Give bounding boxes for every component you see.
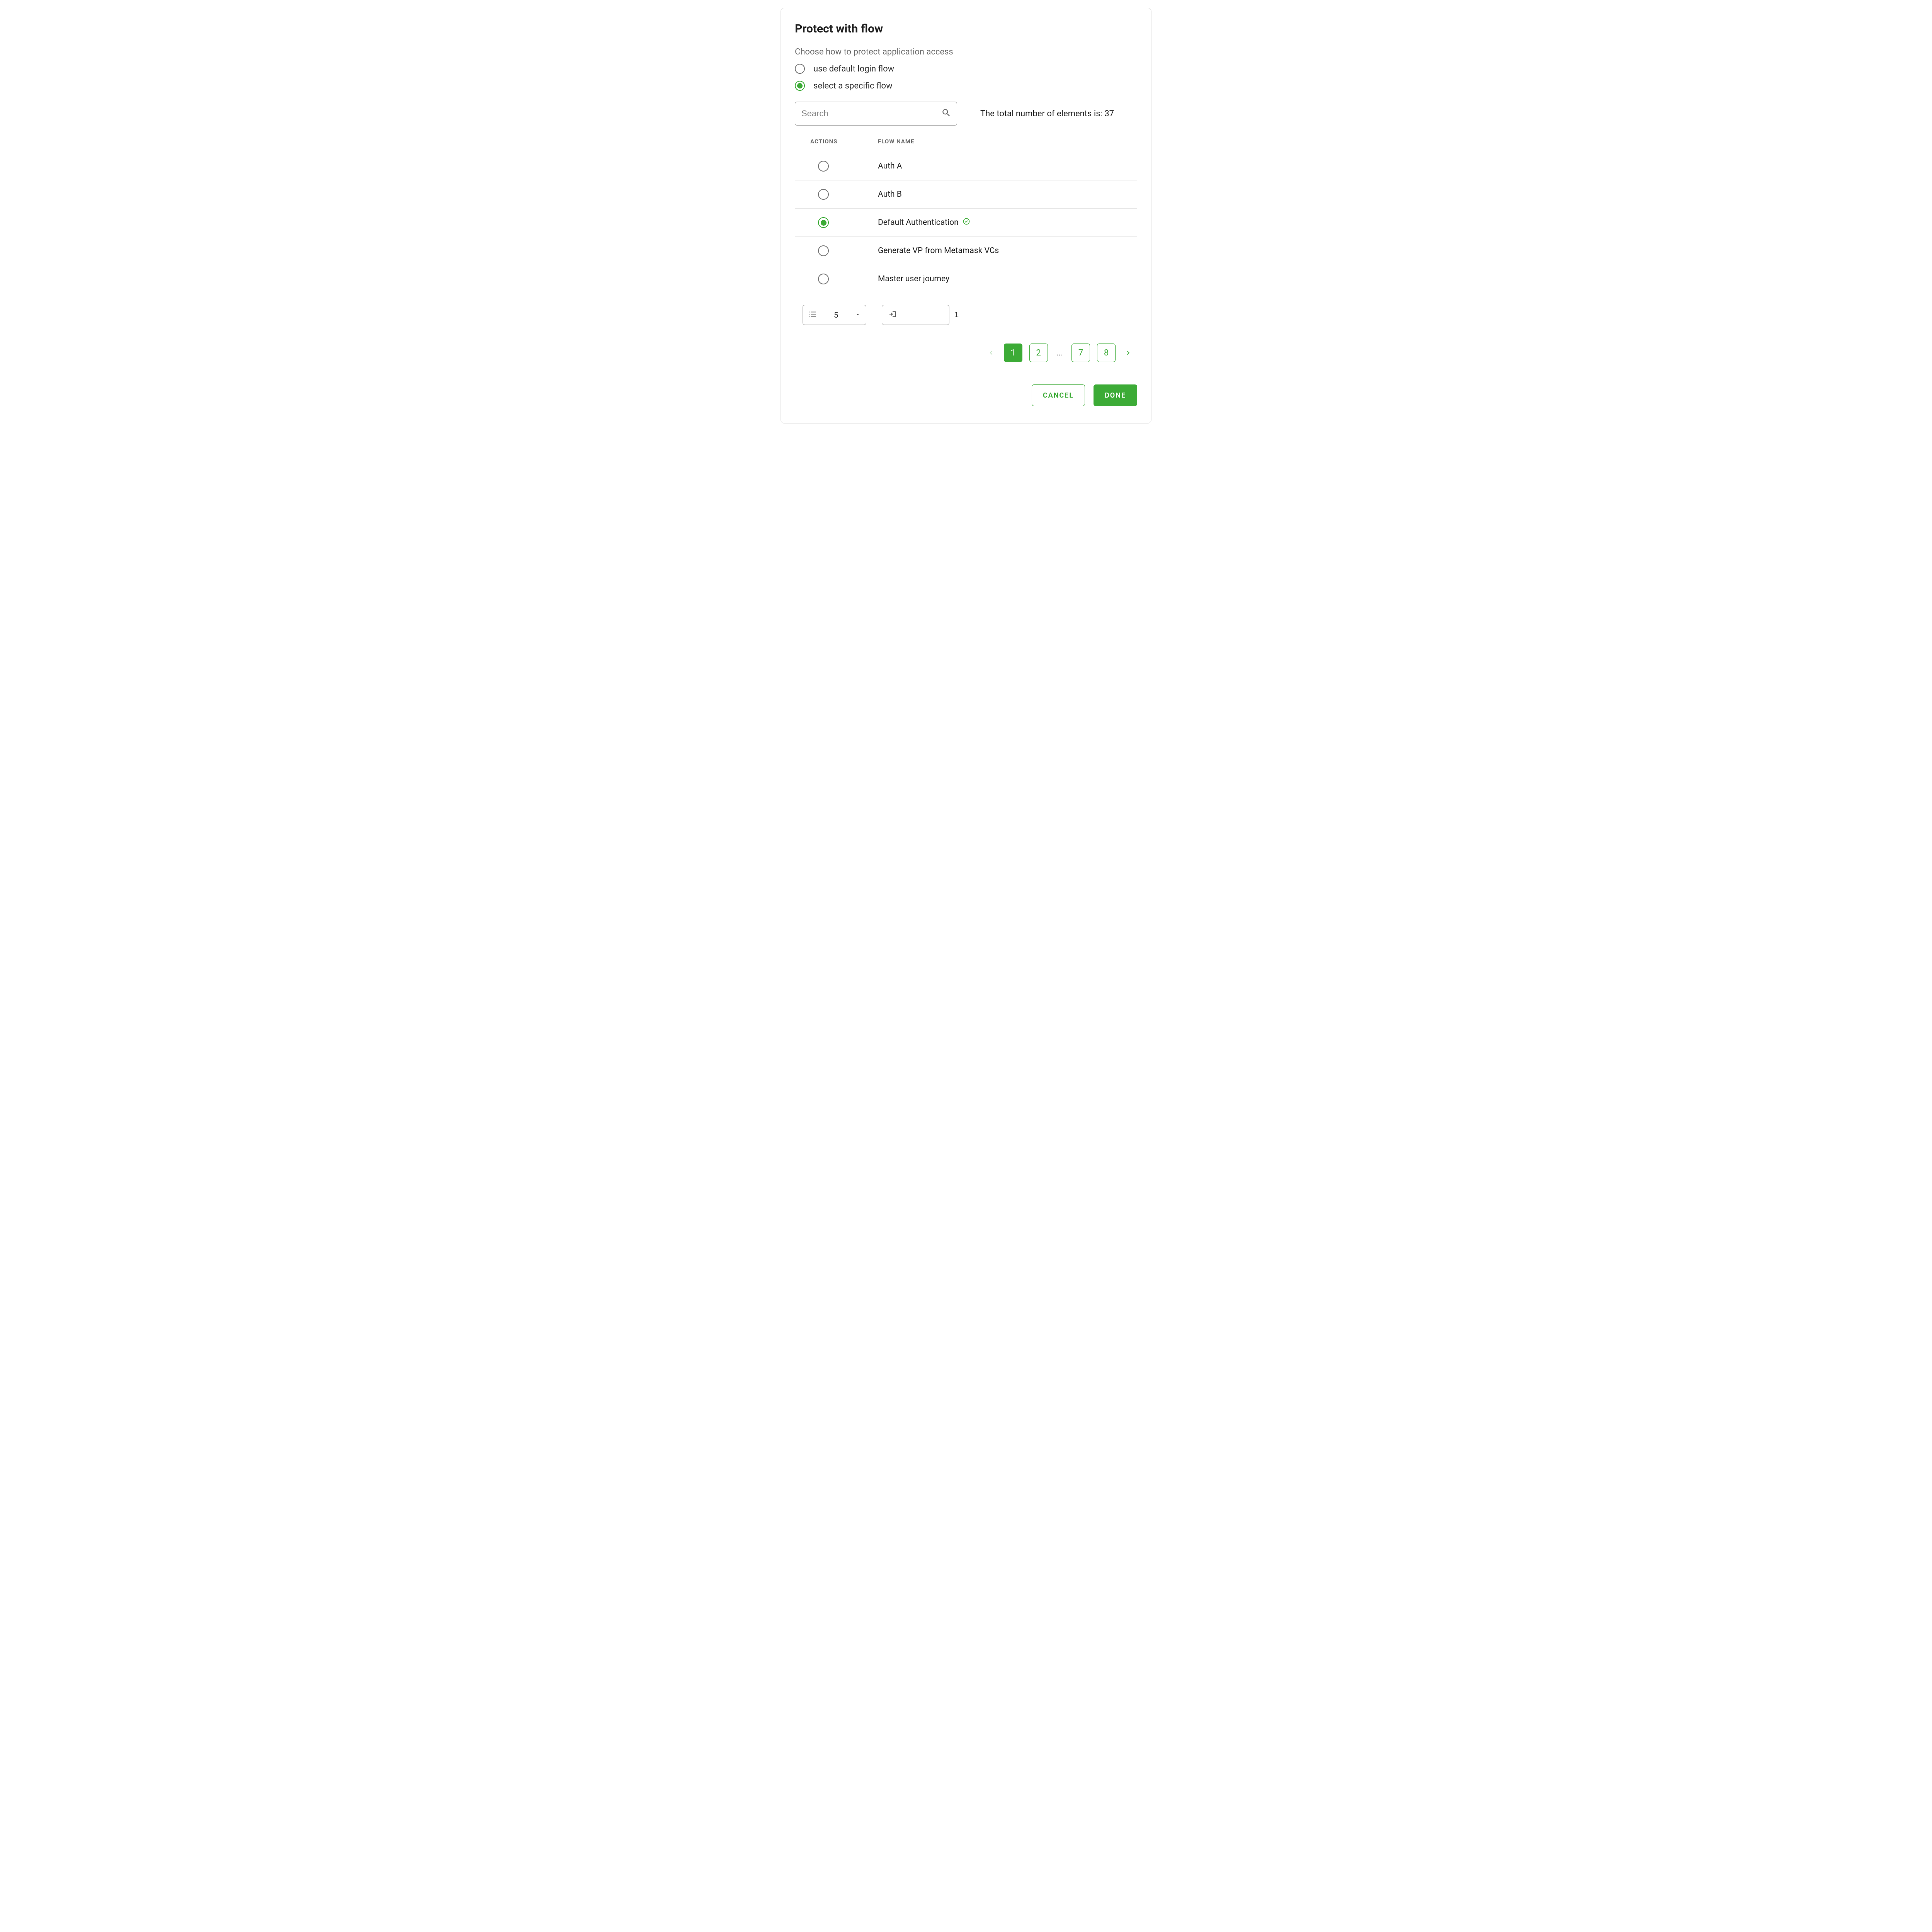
caret-down-icon xyxy=(855,311,861,319)
pagination-ellipsis: ... xyxy=(1055,348,1065,358)
pagination-page-1[interactable]: 1 xyxy=(1004,344,1022,362)
default-check-icon xyxy=(963,218,970,228)
page-number-input[interactable] xyxy=(905,310,1009,320)
table-row: Auth A xyxy=(795,152,1137,180)
cancel-button[interactable]: CANCEL xyxy=(1032,384,1085,406)
flow-table: ACTIONS FLOW NAME Auth A Auth B Default … xyxy=(795,138,1137,293)
go-to-page-icon xyxy=(888,310,898,320)
row-action-cell xyxy=(810,189,878,200)
radio-icon xyxy=(795,64,805,74)
radio-select-specific-flow[interactable]: select a specific flow xyxy=(795,81,1137,91)
row-select-radio[interactable] xyxy=(818,274,829,284)
pagination-prev[interactable] xyxy=(986,347,997,358)
done-button[interactable]: DONE xyxy=(1094,384,1137,406)
rows-per-page-value: 5 xyxy=(834,310,838,320)
row-action-cell xyxy=(810,217,878,228)
row-flow-name: Default Authentication xyxy=(878,218,1137,228)
radio-icon xyxy=(795,81,805,91)
row-action-cell xyxy=(810,161,878,172)
table-row: Default Authentication xyxy=(795,208,1137,236)
row-action-cell xyxy=(810,245,878,256)
table-row: Auth B xyxy=(795,180,1137,208)
dialog-subtitle: Choose how to protect application access xyxy=(795,47,1137,57)
row-flow-name: Auth B xyxy=(878,190,1137,199)
row-flow-name: Master user journey xyxy=(878,274,1137,284)
dialog-title: Protect with flow xyxy=(795,22,1137,36)
row-action-cell xyxy=(810,274,878,284)
dialog-footer: CANCEL DONE xyxy=(795,384,1137,406)
total-count-prefix: The total number of elements is: xyxy=(980,109,1104,119)
table-row: Master user journey xyxy=(795,265,1137,293)
table-header: ACTIONS FLOW NAME xyxy=(795,138,1137,152)
pagination-page-8[interactable]: 8 xyxy=(1097,344,1116,362)
row-select-radio[interactable] xyxy=(818,217,829,228)
flow-name-text: Default Authentication xyxy=(878,218,959,227)
protect-with-flow-dialog: Protect with flow Choose how to protect … xyxy=(781,8,1151,423)
row-flow-name: Generate VP from Metamask VCs xyxy=(878,246,1137,255)
search-field[interactable] xyxy=(795,102,957,126)
table-row: Generate VP from Metamask VCs xyxy=(795,236,1137,265)
column-header-flow-name: FLOW NAME xyxy=(878,138,1137,145)
rows-per-page-select[interactable]: 5 xyxy=(803,305,866,325)
total-count: The total number of elements is: 37 xyxy=(980,109,1114,119)
radio-default-login-flow[interactable]: use default login flow xyxy=(795,64,1137,74)
row-flow-name: Auth A xyxy=(878,162,1137,171)
pagination-page-2[interactable]: 2 xyxy=(1029,344,1048,362)
row-select-radio[interactable] xyxy=(818,161,829,172)
search-icon xyxy=(941,108,951,119)
row-select-radio[interactable] xyxy=(818,245,829,256)
total-count-value: 37 xyxy=(1104,109,1114,119)
column-header-actions: ACTIONS xyxy=(810,138,878,145)
go-to-page-box[interactable] xyxy=(882,305,949,325)
list-icon xyxy=(808,310,817,320)
pagination: 1 2 ... 7 8 xyxy=(795,344,1137,362)
pagination-next[interactable] xyxy=(1122,347,1133,358)
table-controls: 5 xyxy=(795,305,1137,325)
search-input[interactable] xyxy=(801,108,941,119)
pagination-page-7[interactable]: 7 xyxy=(1071,344,1090,362)
radio-label: use default login flow xyxy=(813,64,894,74)
row-select-radio[interactable] xyxy=(818,189,829,200)
radio-label: select a specific flow xyxy=(813,81,893,91)
search-row: The total number of elements is: 37 xyxy=(795,102,1137,126)
